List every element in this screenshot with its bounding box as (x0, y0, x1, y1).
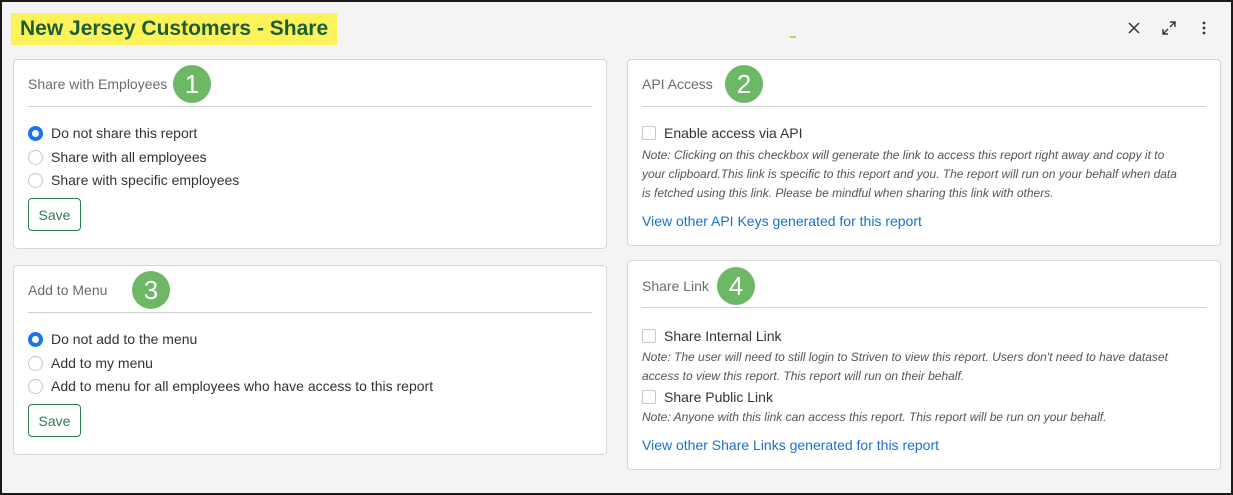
internal-link-note: Note: The user will need to still login … (642, 348, 1208, 386)
close-icon (1128, 22, 1140, 34)
note-line: access to view this report. This report … (642, 369, 965, 383)
close-button[interactable] (1123, 17, 1145, 39)
decorative-dash (790, 36, 796, 38)
radio-share-specific-employees[interactable]: Share with specific employees (28, 171, 239, 189)
radio-label: Share with specific employees (51, 172, 240, 188)
radio-label: Do not add to the menu (51, 331, 198, 347)
radio-label: Add to menu for all employees who have a… (51, 378, 434, 394)
expand-button[interactable] (1158, 17, 1180, 39)
card-title: Share Link (642, 278, 709, 294)
radio-share-all-employees[interactable]: Share with all employees (28, 148, 207, 166)
note-line: Note: Anyone with this link can access t… (642, 410, 1107, 424)
page-title: New Jersey Customers - Share (11, 13, 338, 45)
radio-label: Share with all employees (51, 149, 207, 165)
checkbox[interactable] (642, 126, 656, 140)
note-line: Note: The user will need to still login … (642, 350, 1168, 364)
card-header: Share Link 4 (642, 261, 1206, 308)
api-access-card: API Access 2 Enable access via API Note:… (627, 59, 1221, 246)
checkbox[interactable] (642, 390, 656, 404)
step-badge-1: 1 (173, 65, 211, 103)
add-to-menu-card: Add to Menu 3 Do not add to the menu Add… (13, 265, 607, 455)
card-title: Add to Menu (28, 282, 108, 298)
note-line: is fetched using this link. Please be mi… (642, 186, 1054, 200)
card-header: Add to Menu 3 (28, 266, 592, 313)
share-link-card: Share Link 4 Share Internal Link Note: T… (627, 260, 1221, 470)
view-share-links-link[interactable]: View other Share Links generated for thi… (642, 437, 939, 453)
enable-api-access-checkbox[interactable]: Enable access via API (642, 124, 803, 142)
more-vertical-icon (1202, 21, 1206, 35)
radio-button[interactable] (28, 355, 43, 371)
expand-icon (1162, 21, 1176, 35)
note-line: Note: Clicking on this checkbox will gen… (642, 148, 1165, 162)
step-badge-4: 4 (717, 267, 755, 305)
radio-button[interactable] (28, 172, 43, 188)
radio-button[interactable] (28, 378, 43, 394)
save-menu-button[interactable]: Save (28, 404, 81, 437)
more-options-button[interactable] (1193, 17, 1215, 39)
card-title: API Access (642, 76, 713, 92)
radio-do-not-share[interactable]: Do not share this report (28, 124, 197, 142)
checkbox-label: Enable access via API (664, 125, 803, 141)
share-dialog: New Jersey Customers - Share Share with … (0, 0, 1233, 495)
radio-do-not-add-menu[interactable]: Do not add to the menu (28, 330, 197, 348)
checkbox[interactable] (642, 329, 656, 343)
share-internal-link-checkbox[interactable]: Share Internal Link (642, 327, 782, 345)
public-link-note: Note: Anyone with this link can access t… (642, 408, 1208, 427)
view-api-keys-link[interactable]: View other API Keys generated for this r… (642, 213, 922, 229)
step-badge-3: 3 (132, 271, 170, 309)
checkbox-label: Share Internal Link (664, 328, 782, 344)
radio-add-my-menu[interactable]: Add to my menu (28, 354, 153, 372)
note-line: your clipboard.This link is specific to … (642, 167, 1177, 181)
api-access-note: Note: Clicking on this checkbox will gen… (642, 146, 1208, 203)
card-header: API Access 2 (642, 60, 1206, 107)
share-public-link-checkbox[interactable]: Share Public Link (642, 388, 773, 406)
share-with-employees-card: Share with Employees 1 Do not share this… (13, 59, 607, 249)
step-badge-2: 2 (725, 65, 763, 103)
radio-button-selected[interactable] (28, 331, 43, 347)
checkbox-label: Share Public Link (664, 389, 773, 405)
radio-label: Do not share this report (51, 125, 198, 141)
card-header: Share with Employees 1 (28, 60, 592, 107)
radio-add-menu-all-employees[interactable]: Add to menu for all employees who have a… (28, 377, 433, 395)
radio-button[interactable] (28, 149, 43, 165)
save-share-button[interactable]: Save (28, 198, 81, 231)
radio-button-selected[interactable] (28, 125, 43, 141)
card-title: Share with Employees (28, 76, 168, 92)
radio-label: Add to my menu (51, 355, 153, 371)
